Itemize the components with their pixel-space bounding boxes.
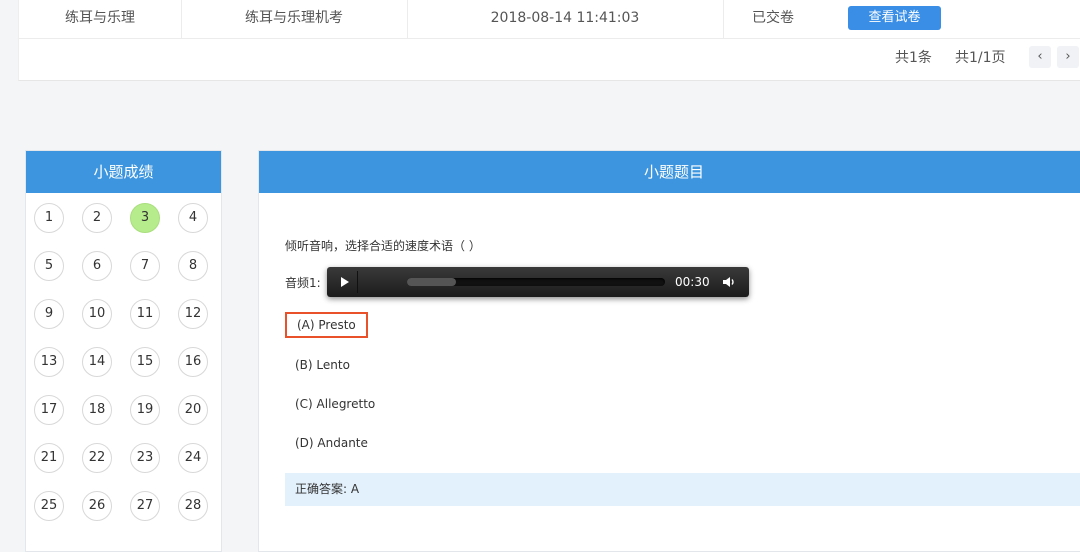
option-d[interactable]: (D) Andante xyxy=(285,430,378,456)
exam-name-cell: 练耳与乐理机考 xyxy=(181,0,408,38)
view-paper-button[interactable]: 查看试卷 xyxy=(848,6,941,30)
question-number-8[interactable]: 8 xyxy=(178,251,208,281)
question-number-20[interactable]: 20 xyxy=(178,395,208,425)
question-number-3[interactable]: 3 xyxy=(130,203,160,233)
pager-total: 共1条 xyxy=(895,50,932,66)
question-number-26[interactable]: 26 xyxy=(82,491,112,521)
play-icon[interactable] xyxy=(335,273,353,291)
question-number-10[interactable]: 10 xyxy=(82,299,112,329)
pager-next-button[interactable]: › xyxy=(1057,46,1079,68)
audio-time: 00:30 xyxy=(675,275,710,289)
audio-buffered-bar xyxy=(407,278,457,286)
question-number-15[interactable]: 15 xyxy=(130,347,160,377)
chevron-right-icon: › xyxy=(1065,49,1071,64)
chevron-left-icon: ‹ xyxy=(1037,49,1043,64)
audio-label: 音频1: xyxy=(285,276,321,290)
audio-player: 00:30 xyxy=(327,267,749,297)
question-number-22[interactable]: 22 xyxy=(82,443,112,473)
question-number-27[interactable]: 27 xyxy=(130,491,160,521)
option-c[interactable]: (C) Allegretto xyxy=(285,391,385,417)
question-number-16[interactable]: 16 xyxy=(178,347,208,377)
datetime-cell: 2018-08-14 11:41:03 xyxy=(407,0,724,38)
question-content-panel: 小题题目 倾听音响，选择合适的速度术语（ ） 音频1: 00:30 (A) Pr… xyxy=(258,150,1080,552)
option-b[interactable]: (B) Lento xyxy=(285,352,360,378)
table-row: 练耳与乐理 练耳与乐理机考 2018-08-14 11:41:03 已交卷 查看… xyxy=(19,0,1080,39)
question-number-28[interactable]: 28 xyxy=(178,491,208,521)
question-scores-panel: 小题成绩 1 2 3 4 5 6 7 8 9 10 11 12 13 14 15 16 17 18 19 20 21 22… xyxy=(25,150,222,552)
question-content-title: 小题题目 xyxy=(259,151,1080,193)
question-number-11[interactable]: 11 xyxy=(130,299,160,329)
question-number-9[interactable]: 9 xyxy=(34,299,64,329)
question-number-21[interactable]: 21 xyxy=(34,443,64,473)
question-number-6[interactable]: 6 xyxy=(82,251,112,281)
player-divider xyxy=(357,271,358,293)
question-text: 倾听音响，选择合适的速度术语（ ） xyxy=(285,239,481,253)
option-a[interactable]: (A) Presto xyxy=(285,312,368,338)
audio-progress-track[interactable] xyxy=(407,278,665,286)
exam-records-table: 练耳与乐理 练耳与乐理机考 2018-08-14 11:41:03 已交卷 查看… xyxy=(18,0,1080,81)
question-number-1[interactable]: 1 xyxy=(34,203,64,233)
question-number-2[interactable]: 2 xyxy=(82,203,112,233)
question-number-12[interactable]: 12 xyxy=(178,299,208,329)
status-cell: 已交卷 xyxy=(752,10,794,26)
subject-cell: 练耳与乐理 xyxy=(19,0,182,38)
question-number-18[interactable]: 18 xyxy=(82,395,112,425)
question-number-4[interactable]: 4 xyxy=(178,203,208,233)
question-number-14[interactable]: 14 xyxy=(82,347,112,377)
question-number-24[interactable]: 24 xyxy=(178,443,208,473)
question-number-7[interactable]: 7 xyxy=(130,251,160,281)
pager-prev-button[interactable]: ‹ xyxy=(1029,46,1051,68)
correct-answer: 正确答案: A xyxy=(285,473,1080,506)
pager-page-info: 共1/1页 xyxy=(955,50,1006,66)
question-number-13[interactable]: 13 xyxy=(34,347,64,377)
volume-icon[interactable] xyxy=(721,274,737,290)
question-number-17[interactable]: 17 xyxy=(34,395,64,425)
question-number-5[interactable]: 5 xyxy=(34,251,64,281)
question-number-25[interactable]: 25 xyxy=(34,491,64,521)
question-number-19[interactable]: 19 xyxy=(130,395,160,425)
question-scores-title: 小题成绩 xyxy=(26,151,221,193)
question-number-23[interactable]: 23 xyxy=(130,443,160,473)
